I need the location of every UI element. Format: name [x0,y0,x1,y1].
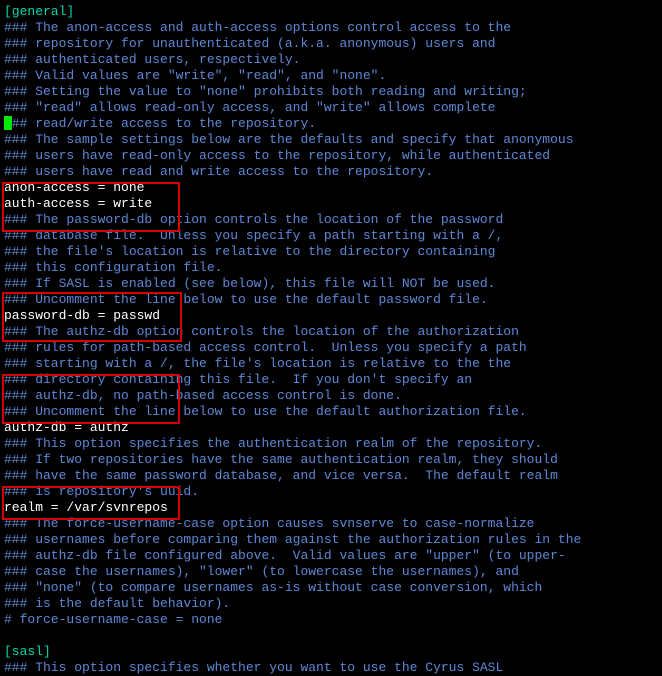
config-file-content[interactable]: [general] ### The anon-access and auth-a… [4,4,658,676]
comment-line: ### is repository's uuid. [4,484,199,499]
comment-line: ### rules for path-based access control.… [4,340,527,355]
comment-line: ### Valid values are "write", "read", an… [4,68,386,83]
comment-line: ### repository for unauthenticated (a.k.… [4,36,495,51]
config-setting: auth-access = write [4,196,152,211]
comment-line: ### case the usernames), "lower" (to low… [4,564,519,579]
comment-line: ### authz-db, no path-based access contr… [4,388,402,403]
comment-line: ### The anon-access and auth-access opti… [4,20,511,35]
config-setting: password-db = passwd [4,308,160,323]
comment-line: ### The authz-db option controls the loc… [4,324,519,339]
comment-line: ### this configuration file. [4,260,222,275]
comment-line: ### directory containing this file. If y… [4,372,472,387]
text-cursor [4,116,12,130]
comment-line: ### starting with a /, the file's locati… [4,356,511,371]
comment-line: ### "none" (to compare usernames as-is w… [4,580,542,595]
comment-line: ### is the default behavior). [4,596,230,611]
section-header: [sasl] [4,644,51,659]
comment-line: ### Uncomment the line below to use the … [4,404,527,419]
comment-line: ### The sample settings below are the de… [4,132,574,147]
comment-line: ### the file's location is relative to t… [4,244,495,259]
config-setting: realm = /var/svnrepos [4,500,168,515]
section-header: [general] [4,4,74,19]
comment-line: ### This option specifies whether you wa… [4,660,503,675]
comment-line: ### authenticated users, respectively. [4,52,300,67]
comment-line: # force-username-case = none [4,612,222,627]
comment-line: ### The force-username-case option cause… [4,516,535,531]
comment-line: ### have the same password database, and… [4,468,558,483]
comment-line: ### The password-db option controls the … [4,212,503,227]
comment-line: ### If two repositories have the same au… [4,452,558,467]
comment-line: ### usernames before comparing them agai… [4,532,581,547]
comment-line: ### If SASL is enabled (see below), this… [4,276,495,291]
config-setting: authz-db = authz [4,420,129,435]
comment-line: ### Setting the value to "none" prohibit… [4,84,527,99]
config-setting: anon-access = none [4,180,144,195]
comment-line: ### Uncomment the line below to use the … [4,292,488,307]
comment-line: ### read/write access to the repository. [4,116,316,131]
comment-line: ### "read" allows read-only access, and … [4,100,495,115]
comment-line: ### authz-db file configured above. Vali… [4,548,566,563]
comment-line: ### users have read-only access to the r… [4,148,550,163]
comment-line: ### users have read and write access to … [4,164,433,179]
comment-line: ### This option specifies the authentica… [4,436,542,451]
comment-line: ### database file. Unless you specify a … [4,228,503,243]
